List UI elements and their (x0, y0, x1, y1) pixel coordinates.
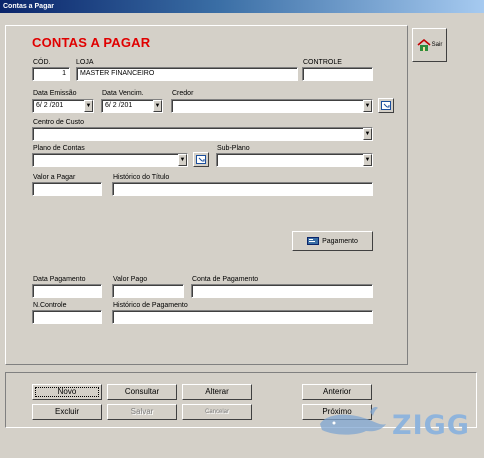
plano-contas-search-button[interactable] (193, 152, 209, 167)
plano-contas-combo[interactable]: ▼ (32, 153, 188, 167)
credor-label: Credor (172, 90, 194, 97)
data-pagamento-field[interactable] (32, 284, 102, 298)
loja-field[interactable]: MASTER FINANCEIRO (76, 67, 298, 81)
loja-label: LOJA (76, 59, 94, 66)
page-title: CONTAS A PAGAR (32, 35, 151, 50)
zigg-watermark: ZIGG (392, 410, 470, 441)
n-controle-label: N.Controle (33, 302, 67, 309)
pagamento-button[interactable]: Pagamento (292, 231, 373, 251)
sub-plano-combo[interactable]: ▼ (216, 153, 373, 167)
plano-contas-label: Plano de Contas (33, 145, 85, 152)
centro-custo-combo[interactable]: ▼ (32, 127, 373, 141)
controle-field[interactable] (302, 67, 373, 81)
controle-label: CONTROLE (303, 59, 342, 66)
centro-custo-dropdown-icon[interactable]: ▼ (363, 128, 372, 140)
data-emissao-label: Data Emissão (33, 90, 77, 97)
valor-pagar-label: Valor a Pagar (33, 174, 76, 181)
search-icon (196, 155, 206, 164)
pagamento-label: Pagamento (322, 237, 358, 245)
conta-pagamento-label: Conta de Pagamento (192, 276, 259, 283)
alterar-button[interactable]: Alterar (182, 384, 252, 400)
data-vencim-field[interactable]: 6/ 2 /201 ▼ (101, 99, 163, 113)
data-vencim-label: Data Vencim. (102, 90, 144, 97)
salvar-button[interactable]: Salvar (107, 404, 177, 420)
cancelar-button[interactable]: Cancelar (182, 404, 252, 420)
data-vencim-value: 6/ 2 /201 (105, 102, 133, 109)
conta-pagamento-field[interactable] (191, 284, 373, 298)
historico-titulo-field[interactable] (112, 182, 373, 196)
cod-label: CÓD. (33, 59, 51, 66)
credor-search-button[interactable] (378, 98, 394, 113)
credor-dropdown-icon[interactable]: ▼ (363, 100, 372, 112)
data-vencim-dropdown-icon[interactable]: ▼ (153, 100, 162, 112)
data-pagamento-label: Data Pagamento (33, 276, 86, 283)
whale-logo-icon (320, 407, 386, 435)
valor-pago-field[interactable] (112, 284, 184, 298)
exit-label: Sair (431, 42, 443, 48)
valor-pagar-field[interactable] (32, 182, 102, 196)
search-icon (381, 101, 391, 110)
window-title: Contas a Pagar (0, 0, 484, 13)
consultar-button[interactable]: Consultar (107, 384, 177, 400)
cod-field[interactable]: 1 (32, 67, 70, 81)
exit-button[interactable]: Sair (412, 28, 447, 62)
credor-combo[interactable]: ▼ (171, 99, 373, 113)
valor-pago-label: Valor Pago (113, 276, 148, 283)
sub-plano-label: Sub-Plano (217, 145, 250, 152)
data-emissao-field[interactable]: 6/ 2 /201 ▼ (32, 99, 94, 113)
centro-custo-label: Centro de Custo (33, 119, 84, 126)
anterior-button[interactable]: Anterior (302, 384, 372, 400)
plano-contas-dropdown-icon[interactable]: ▼ (178, 154, 187, 166)
data-emissao-dropdown-icon[interactable]: ▼ (84, 100, 93, 112)
historico-pagamento-label: Histórico de Pagamento (113, 302, 188, 309)
historico-titulo-label: Histórico do Título (113, 174, 170, 181)
exit-house-icon (417, 38, 431, 51)
n-controle-field[interactable] (32, 310, 102, 324)
data-emissao-value: 6/ 2 /201 (36, 102, 64, 109)
sub-plano-dropdown-icon[interactable]: ▼ (363, 154, 372, 166)
excluir-button[interactable]: Excluir (32, 404, 102, 420)
novo-button[interactable]: Novo (32, 384, 102, 400)
historico-pagamento-field[interactable] (112, 310, 373, 324)
payment-icon (307, 237, 320, 245)
